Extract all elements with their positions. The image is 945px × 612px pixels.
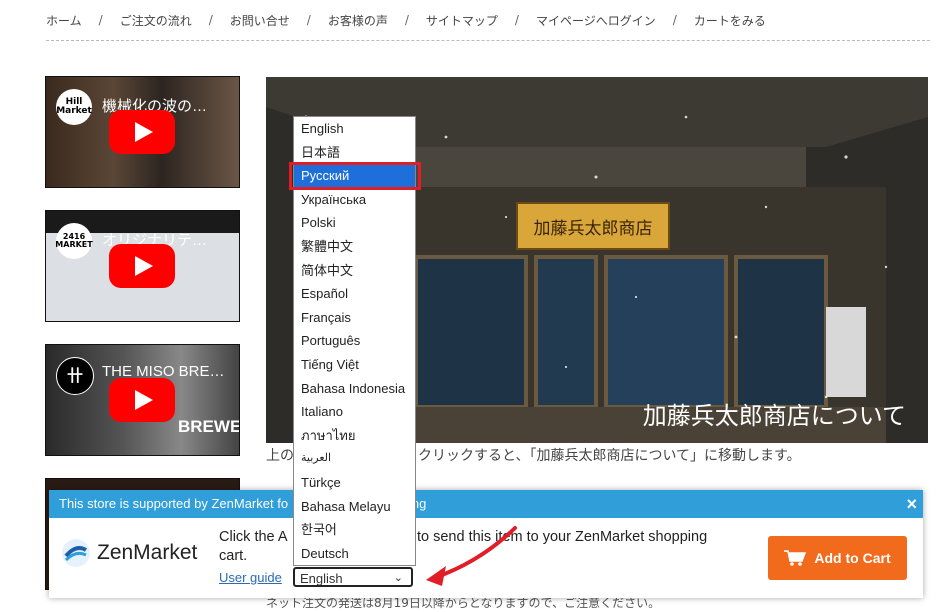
- nav-customer-voice[interactable]: お客様の声: [328, 12, 388, 29]
- hero-description-prefix: 上の: [266, 448, 294, 464]
- language-option[interactable]: Bahasa Melayu: [294, 495, 415, 519]
- zenmarket-header: This store is supported by ZenMarket fo …: [49, 490, 923, 518]
- language-option[interactable]: Bahasa Indonesia: [294, 377, 415, 401]
- nav-home[interactable]: ホーム: [46, 12, 82, 29]
- nav-separator: /: [208, 13, 213, 27]
- cart-icon: [784, 550, 807, 566]
- language-option[interactable]: Español: [294, 282, 415, 306]
- add-to-cart-button[interactable]: Add to Cart: [768, 536, 907, 580]
- top-nav: ホーム / ご注文の流れ / お問い合せ / お客様の声 / サイトマップ / …: [46, 0, 930, 41]
- hero-caption: 加藤兵太郎商店について: [642, 402, 906, 430]
- language-option[interactable]: 简体中文: [294, 259, 415, 283]
- annotation-arrow-icon: [426, 526, 517, 586]
- user-guide-link[interactable]: User guide: [219, 570, 282, 585]
- video-thumbnail-2[interactable]: 2416 MARKET オリジナリテ…: [45, 210, 240, 322]
- nav-separator: /: [98, 13, 103, 27]
- language-option[interactable]: العربية: [294, 447, 415, 471]
- language-option[interactable]: Français: [294, 306, 415, 330]
- video-thumbnail-3[interactable]: 卄 THE MISO BRE… BREWERY: [45, 344, 240, 456]
- zenmarket-logo: ZenMarket: [61, 538, 197, 568]
- language-option[interactable]: English: [294, 117, 415, 141]
- hero-description-suffix: クリックすると、「加藤兵太郎商店について」に移動します。: [418, 448, 801, 464]
- add-to-cart-label: Add to Cart: [814, 550, 891, 566]
- close-icon[interactable]: ×: [906, 490, 917, 518]
- language-option-selected[interactable]: Русский: [294, 164, 415, 188]
- zenmarket-message-start: Click the A: [219, 529, 288, 545]
- nav-separator: /: [514, 13, 519, 27]
- language-option[interactable]: Türkçe: [294, 471, 415, 495]
- video-overlay-text: BREWERY: [178, 417, 240, 436]
- language-option[interactable]: 日本語: [294, 141, 415, 165]
- language-option[interactable]: 繁體中文: [294, 235, 415, 259]
- language-option[interactable]: 한국어: [294, 518, 415, 542]
- video-thumbnail-1[interactable]: Hill Market 機械化の波の…: [45, 76, 240, 188]
- nav-mypage-login[interactable]: マイページへログイン: [536, 12, 656, 29]
- language-option[interactable]: Tiếng Việt: [294, 353, 415, 377]
- channel-logo: 2416 MARKET: [55, 223, 93, 259]
- zenmarket-header-text: This store is supported by ZenMarket fo: [59, 496, 289, 511]
- nav-view-cart[interactable]: カートをみる: [694, 12, 766, 29]
- chevron-down-icon: ⌄: [393, 572, 403, 584]
- nav-order-flow[interactable]: ご注文の流れ: [120, 12, 192, 29]
- nav-contact[interactable]: お問い合せ: [230, 12, 290, 29]
- nav-separator: /: [672, 13, 677, 27]
- language-option[interactable]: Українська: [294, 188, 415, 212]
- language-option[interactable]: Português: [294, 329, 415, 353]
- language-dropdown-list[interactable]: English 日本語 Русский Українська Polski 繁體…: [293, 116, 416, 566]
- language-option[interactable]: ภาษาไทย: [294, 424, 415, 448]
- channel-logo: Hill Market: [56, 89, 92, 125]
- language-option[interactable]: Italiano: [294, 400, 415, 424]
- language-select[interactable]: English ⌄: [293, 567, 413, 587]
- shop-sign: 加藤兵太郎商店: [516, 202, 670, 250]
- play-icon[interactable]: [109, 378, 175, 422]
- language-option[interactable]: Polski: [294, 211, 415, 235]
- language-option[interactable]: Deutsch: [294, 542, 415, 566]
- hero-description: 上の クリックすると、「加藤兵太郎商店について」に移動します。: [266, 445, 801, 465]
- nav-separator: /: [404, 13, 409, 27]
- zenmarket-message-line2: cart.: [219, 548, 248, 564]
- zenmarket-logo-text: ZenMarket: [97, 541, 198, 564]
- play-icon[interactable]: [109, 110, 175, 154]
- channel-logo-icon: 卄: [56, 357, 94, 395]
- nav-sitemap[interactable]: サイトマップ: [426, 12, 498, 29]
- language-select-value: English: [300, 571, 343, 586]
- nav-separator: /: [306, 13, 311, 27]
- zenmarket-logo-icon: [62, 539, 90, 567]
- play-icon[interactable]: [109, 244, 175, 288]
